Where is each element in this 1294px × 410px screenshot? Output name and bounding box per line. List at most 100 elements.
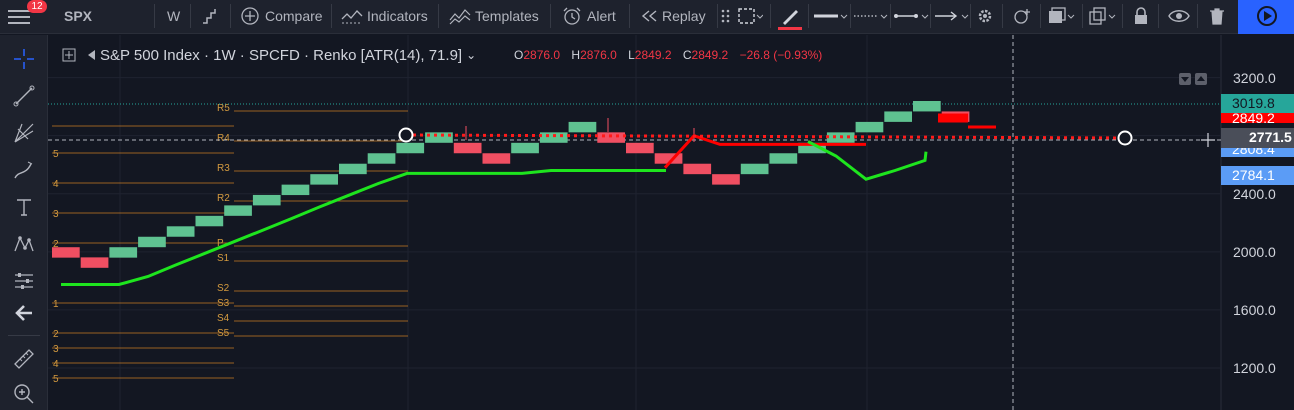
- renko-brick: [80, 257, 109, 268]
- chevron-down-icon[interactable]: ⌄: [466, 48, 476, 62]
- text-tool[interactable]: [10, 193, 38, 221]
- arrow-end-icon: [935, 11, 969, 21]
- low-key: L: [628, 48, 635, 62]
- interval-button[interactable]: W: [167, 0, 180, 32]
- trash-icon: [1210, 8, 1224, 25]
- crosshair-tool[interactable]: [10, 45, 38, 73]
- pivot-label: 3: [53, 344, 59, 355]
- pivot-label: 5: [53, 374, 59, 385]
- renko-brick: [281, 184, 310, 196]
- line-width-icon: [814, 14, 848, 19]
- settings-button[interactable]: [975, 0, 995, 32]
- renko-brick: [109, 247, 138, 258]
- visual-order-button[interactable]: [1046, 0, 1076, 32]
- line-style-button[interactable]: [854, 0, 888, 32]
- pivot-label: 4: [53, 179, 59, 190]
- collapse-plus-icon[interactable]: [62, 48, 76, 62]
- renko-brick: [367, 153, 396, 164]
- dotted-line-icon: [854, 14, 888, 19]
- renko-brick: [539, 132, 568, 143]
- renko-brick: [626, 142, 654, 154]
- fib-fan-icon: [14, 123, 34, 143]
- pivot-label: S1: [217, 253, 230, 264]
- ray-anchor-start: [398, 127, 414, 143]
- ruler-icon: [14, 349, 34, 369]
- pattern-tool[interactable]: [10, 230, 38, 258]
- clone-icon: [1089, 7, 1116, 25]
- alarm-plus-icon: [1014, 9, 1030, 24]
- pivot-label: 2: [53, 329, 59, 340]
- zoom-in-icon: [14, 384, 34, 404]
- drag-handle-icon[interactable]: [721, 0, 731, 32]
- chart-legend: S&P 500 Index · 1W · SPCFD · Renko [ATR(…: [62, 44, 476, 66]
- renko-brick: [339, 163, 367, 175]
- price-tick: 3200.0: [1233, 70, 1276, 86]
- zoom-in-tool[interactable]: [10, 380, 38, 408]
- templates-icon: [449, 9, 471, 25]
- renko-brick: [568, 121, 597, 133]
- renko-brick: [769, 153, 798, 164]
- hide-button[interactable]: [1168, 0, 1190, 32]
- brush-icon: [783, 10, 798, 25]
- renko-brick: [453, 142, 482, 154]
- ray-anchor-end: [1117, 130, 1133, 146]
- gann-fib-tool[interactable]: [10, 119, 38, 147]
- price-tick: 2000.0: [1233, 244, 1276, 260]
- open-key: O: [514, 48, 524, 62]
- renko-brick: [224, 205, 252, 216]
- price-label-line-a: 2808.4: [1221, 147, 1294, 157]
- symbol-title[interactable]: S&P 500 Index · 1W · SPCFD · Renko [ATR(…: [100, 47, 462, 64]
- selection-rect-icon: [738, 8, 763, 24]
- pivot-label: R3: [217, 163, 230, 174]
- brush-tool[interactable]: [10, 156, 38, 184]
- renko-brick: [166, 226, 195, 237]
- symbol-search-button[interactable]: SPX: [64, 0, 92, 32]
- sliders-icon: [15, 273, 33, 289]
- ruler-tool[interactable]: [10, 345, 38, 373]
- pivot-label: 5: [53, 149, 59, 160]
- chart-type-button[interactable]: [200, 0, 220, 32]
- clone-button[interactable]: [1087, 0, 1117, 32]
- price-tick: 1600.0: [1233, 302, 1276, 318]
- publish-button[interactable]: [1238, 0, 1294, 34]
- bars-icon: [203, 9, 216, 24]
- alert-button[interactable]: Alert: [561, 0, 616, 32]
- delete-button[interactable]: [1207, 0, 1227, 32]
- prediction-tool[interactable]: [10, 267, 38, 295]
- trend-line-tool[interactable]: [10, 82, 38, 110]
- selection-rect-button[interactable]: [737, 0, 763, 32]
- gear-icon: [978, 9, 992, 23]
- renko-brick: [482, 153, 511, 164]
- templates-label: Templates: [475, 8, 539, 24]
- pivot-label: R4: [217, 133, 230, 144]
- high-value: 2876.0: [580, 48, 617, 62]
- renko-brick: [396, 142, 425, 154]
- renko-brick: [712, 174, 740, 185]
- price-tick: 1200.0: [1233, 360, 1276, 376]
- lock-icon: [1135, 7, 1147, 24]
- pivot-label: R2: [217, 193, 230, 204]
- renko-brick: [195, 215, 224, 227]
- price-label-crosshair[interactable]: 2771.5: [1221, 128, 1294, 148]
- replay-button[interactable]: Replay: [640, 0, 706, 32]
- drawing-toolbar: [0, 35, 48, 410]
- renko-brick: [597, 132, 625, 143]
- renko-brick: [138, 236, 166, 248]
- back-button[interactable]: [10, 299, 38, 327]
- arrow-end-button[interactable]: [933, 0, 969, 32]
- indicators-button[interactable]: Indicators: [341, 0, 428, 32]
- line-ends-button[interactable]: [893, 0, 929, 32]
- price-axis-pane: [1221, 35, 1294, 410]
- line-width-button[interactable]: [814, 0, 848, 32]
- trend-line-icon: [13, 85, 35, 107]
- templates-button[interactable]: Templates: [449, 0, 539, 32]
- ohlc-values: O2876.0 H2876.0 L2849.2 C2849.2 −26.8 (−…: [514, 48, 830, 62]
- renko-brick: [855, 121, 884, 133]
- pivot-label: S3: [217, 298, 230, 309]
- lock-button[interactable]: [1131, 0, 1151, 32]
- alert-label: Alert: [587, 8, 616, 24]
- alert-add-button[interactable]: [1011, 0, 1033, 32]
- compare-button[interactable]: Compare: [240, 0, 323, 32]
- plus-circle-icon: [241, 7, 259, 25]
- close-key: C: [682, 48, 692, 62]
